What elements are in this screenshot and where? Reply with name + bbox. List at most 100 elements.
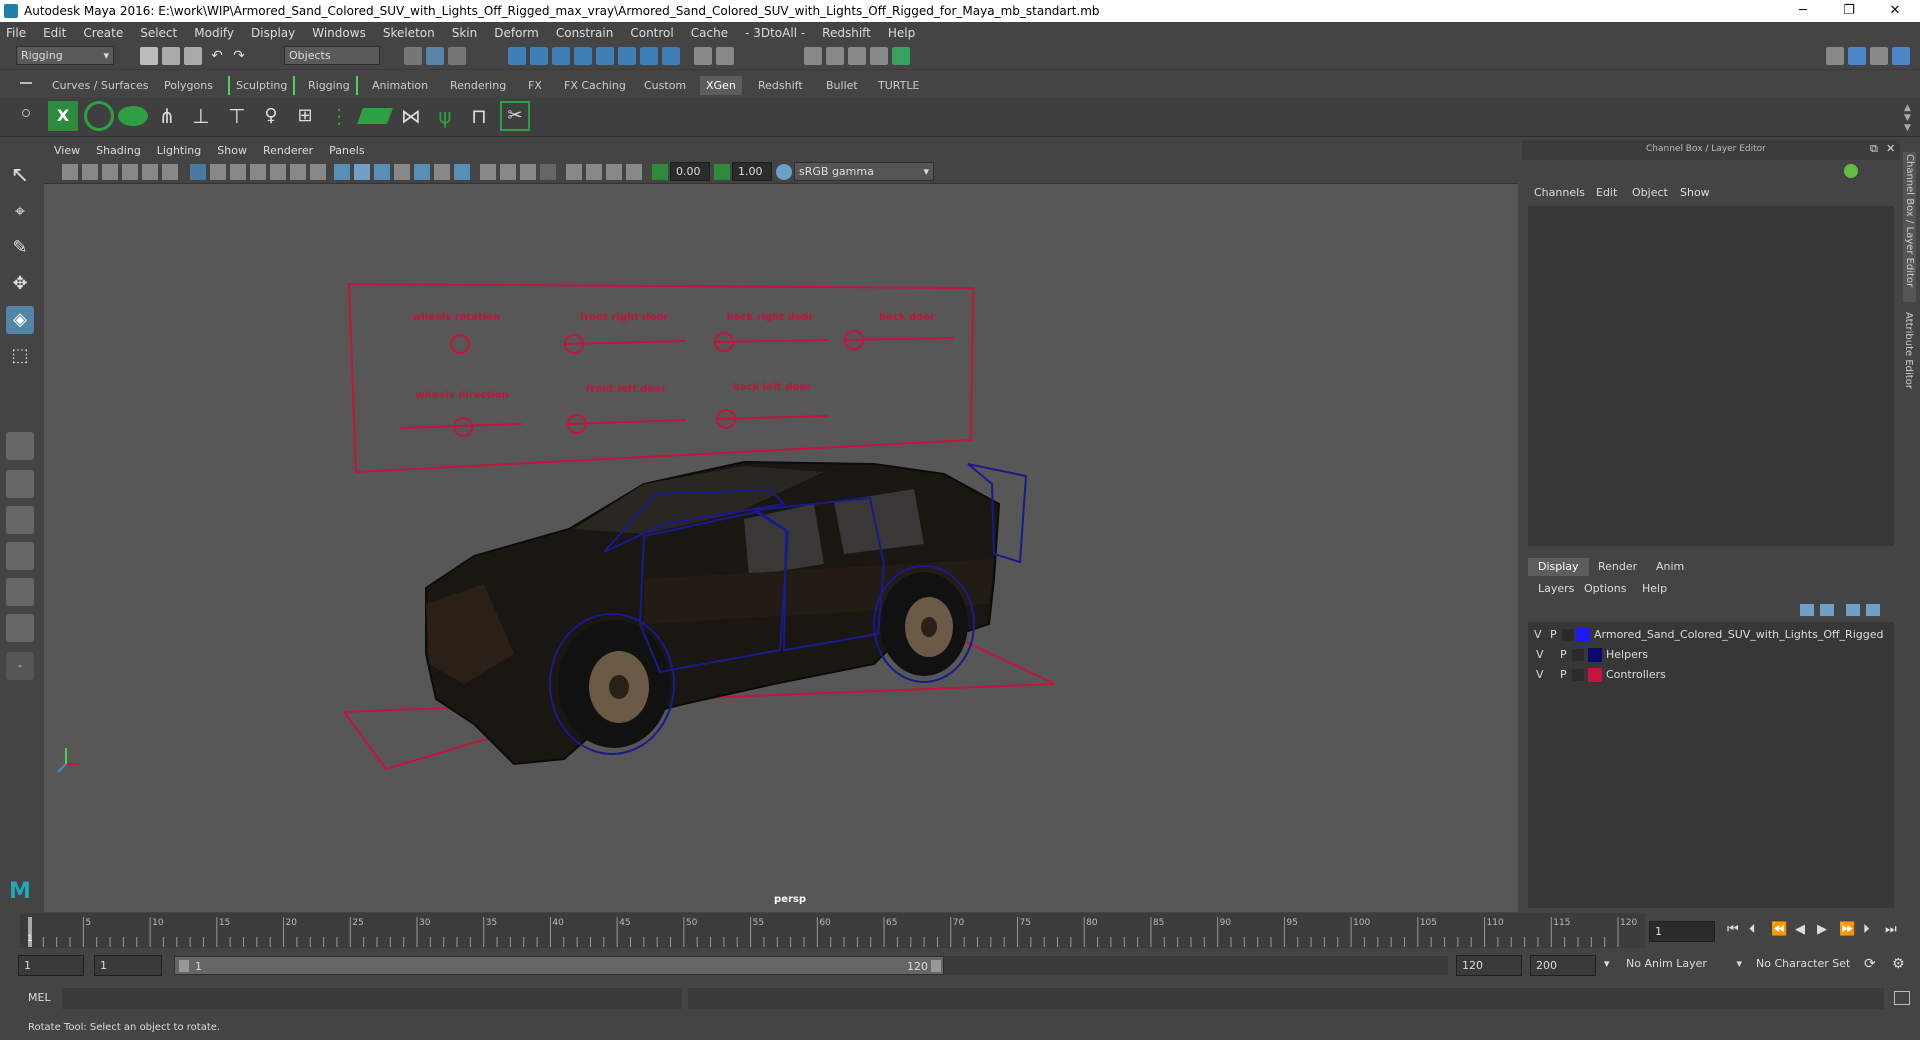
menu-3dtoall[interactable]: - 3DtoAll - xyxy=(745,26,805,40)
xgen-preview-icon[interactable] xyxy=(84,101,114,131)
current-frame-field[interactable]: 1 xyxy=(1649,921,1715,942)
lock-guides-icon[interactable]: ⊞ xyxy=(290,101,320,131)
isolate-select-icon[interactable] xyxy=(566,164,582,180)
image-plane-icon[interactable] xyxy=(122,164,138,180)
hypershade-icon[interactable] xyxy=(892,47,910,65)
layer-color-swatch[interactable] xyxy=(1576,628,1590,642)
channel-box-side-tab[interactable]: Channel Box / Layer Editor xyxy=(1903,152,1916,302)
tab-render[interactable]: Render xyxy=(1588,558,1647,576)
cb-menu-channels[interactable]: Channels xyxy=(1534,186,1585,199)
layout-menu-icon[interactable]: - xyxy=(6,652,34,680)
snap-point-icon[interactable] xyxy=(552,47,570,65)
use-lights-icon[interactable] xyxy=(434,164,450,180)
viewport-scene[interactable]: wheels rotation front right door back ri… xyxy=(44,184,1518,912)
layer-type-box[interactable] xyxy=(1562,629,1574,641)
vp-menu-show[interactable]: Show xyxy=(217,144,247,157)
scale-tool-icon[interactable]: ⬚ xyxy=(6,342,34,370)
cb-menu-edit[interactable]: Edit xyxy=(1596,186,1617,199)
menu-display[interactable]: Display xyxy=(251,26,295,40)
grass-icon[interactable]: ψ xyxy=(430,101,460,131)
menu-file[interactable]: File xyxy=(6,26,26,40)
menu-redshift[interactable]: Redshift xyxy=(822,26,871,40)
menu-control[interactable]: Control xyxy=(630,26,673,40)
chevron-down-icon[interactable]: ▾ xyxy=(1604,957,1610,970)
render-settings-icon[interactable] xyxy=(870,47,888,65)
layer-playback-toggle[interactable]: P xyxy=(1560,648,1567,661)
time-slider[interactable]: 1 5 10 15 20 25 30 35 40 45 50 55 60 65 70 75 80 85 90 95 1… xyxy=(20,913,1645,948)
workspace-icon[interactable] xyxy=(1826,47,1844,65)
step-forward-key-icon[interactable]: ⏩ xyxy=(1839,922,1855,937)
single-pane-layout-icon[interactable] xyxy=(6,432,34,460)
xray-icon[interactable] xyxy=(414,164,430,180)
lasso-tool-icon[interactable]: ⌖ xyxy=(6,198,34,226)
menu-skin[interactable]: Skin xyxy=(452,26,478,40)
outliner-layout-icon[interactable] xyxy=(6,614,34,642)
command-language-label[interactable]: MEL xyxy=(28,991,51,1004)
move-layer-up-icon[interactable] xyxy=(1800,604,1814,616)
character-set-dropdown[interactable]: No Character Set xyxy=(1752,955,1862,974)
layer-name[interactable]: Armored_Sand_Colored_SUV_with_Lights_Off… xyxy=(1594,628,1883,641)
field-chart-icon[interactable] xyxy=(270,164,286,180)
four-pane-layout-icon[interactable] xyxy=(6,470,34,498)
input-ops-icon[interactable] xyxy=(716,47,734,65)
menu-create[interactable]: Create xyxy=(83,26,123,40)
layer-menu-help[interactable]: Help xyxy=(1642,582,1667,595)
sculpt-guides-icon[interactable]: ⊥ xyxy=(186,101,216,131)
vp-menu-shading[interactable]: Shading xyxy=(96,144,141,157)
new-layer-icon[interactable] xyxy=(1846,604,1860,616)
grid-toggle-icon[interactable] xyxy=(190,164,206,180)
textured-icon[interactable] xyxy=(394,164,410,180)
tab-custom[interactable]: Custom xyxy=(638,76,692,95)
paint-select-icon[interactable]: ✎ xyxy=(6,234,34,262)
cut-guides-icon[interactable]: ✂ xyxy=(500,101,530,131)
tab-animation[interactable]: Animation xyxy=(366,76,434,95)
snap-live-surface-icon[interactable] xyxy=(618,47,636,65)
preferences-icon[interactable]: ⚙ xyxy=(1892,956,1905,972)
hair-strands-icon[interactable]: ⋮ xyxy=(324,101,354,131)
move-layer-down-icon[interactable] xyxy=(1820,604,1834,616)
gamma-icon[interactable] xyxy=(714,164,730,180)
menu-edit[interactable]: Edit xyxy=(43,26,66,40)
animation-end-field[interactable]: 200 xyxy=(1530,955,1596,976)
new-scene-icon[interactable] xyxy=(140,47,158,65)
tab-turtle[interactable]: TURTLE xyxy=(872,76,925,95)
select-component-icon[interactable] xyxy=(448,47,466,65)
safe-title-icon[interactable] xyxy=(310,164,326,180)
layer-menu-layers[interactable]: Layers xyxy=(1538,582,1574,595)
auto-key-icon[interactable]: ⟳ xyxy=(1864,956,1876,972)
snap-curve-icon[interactable] xyxy=(530,47,548,65)
command-input[interactable] xyxy=(62,988,682,1009)
layer-name[interactable]: Helpers xyxy=(1606,648,1648,661)
backface-culling-icon[interactable] xyxy=(626,164,642,180)
color-management-icon[interactable] xyxy=(776,164,792,180)
bookmark-icon[interactable] xyxy=(102,164,118,180)
persp-graph-layout-icon[interactable] xyxy=(6,542,34,570)
tab-polygons[interactable]: Polygons xyxy=(158,76,219,95)
menu-help[interactable]: Help xyxy=(888,26,915,40)
rotate-tool-icon[interactable]: ◈ xyxy=(6,306,34,334)
tab-anim[interactable]: Anim xyxy=(1646,558,1694,576)
xgen-description-icon[interactable] xyxy=(118,106,148,126)
tab-curves-surfaces[interactable]: Curves / Surfaces xyxy=(46,76,155,95)
layer-color-swatch[interactable] xyxy=(1588,668,1602,682)
layer-playback-toggle[interactable]: P xyxy=(1560,668,1567,681)
layer-row[interactable]: V P Helpers xyxy=(1528,646,1894,664)
menu-windows[interactable]: Windows xyxy=(312,26,366,40)
shadows-icon[interactable] xyxy=(454,164,470,180)
modeling-toolkit-icon[interactable] xyxy=(1848,47,1866,65)
cb-menu-show[interactable]: Show xyxy=(1680,186,1710,199)
history-icon[interactable] xyxy=(662,47,680,65)
menu-constrain[interactable]: Constrain xyxy=(556,26,614,40)
gate-mask-icon[interactable] xyxy=(250,164,266,180)
redo-icon[interactable]: ↷ xyxy=(230,47,248,65)
tab-sculpting[interactable]: Sculpting xyxy=(228,76,296,95)
channel-box-toggle-icon[interactable] xyxy=(1892,47,1910,65)
close-icon[interactable]: ✕ xyxy=(1886,142,1895,155)
shelf-options-icon[interactable] xyxy=(22,109,30,117)
ipr-render-icon[interactable] xyxy=(848,47,866,65)
channel-list[interactable] xyxy=(1528,206,1894,546)
flatten-guides-icon[interactable]: ⊓ xyxy=(464,101,494,131)
tab-rendering[interactable]: Rendering xyxy=(444,76,512,95)
camera-select-icon[interactable] xyxy=(62,164,78,180)
open-scene-icon[interactable] xyxy=(162,47,180,65)
